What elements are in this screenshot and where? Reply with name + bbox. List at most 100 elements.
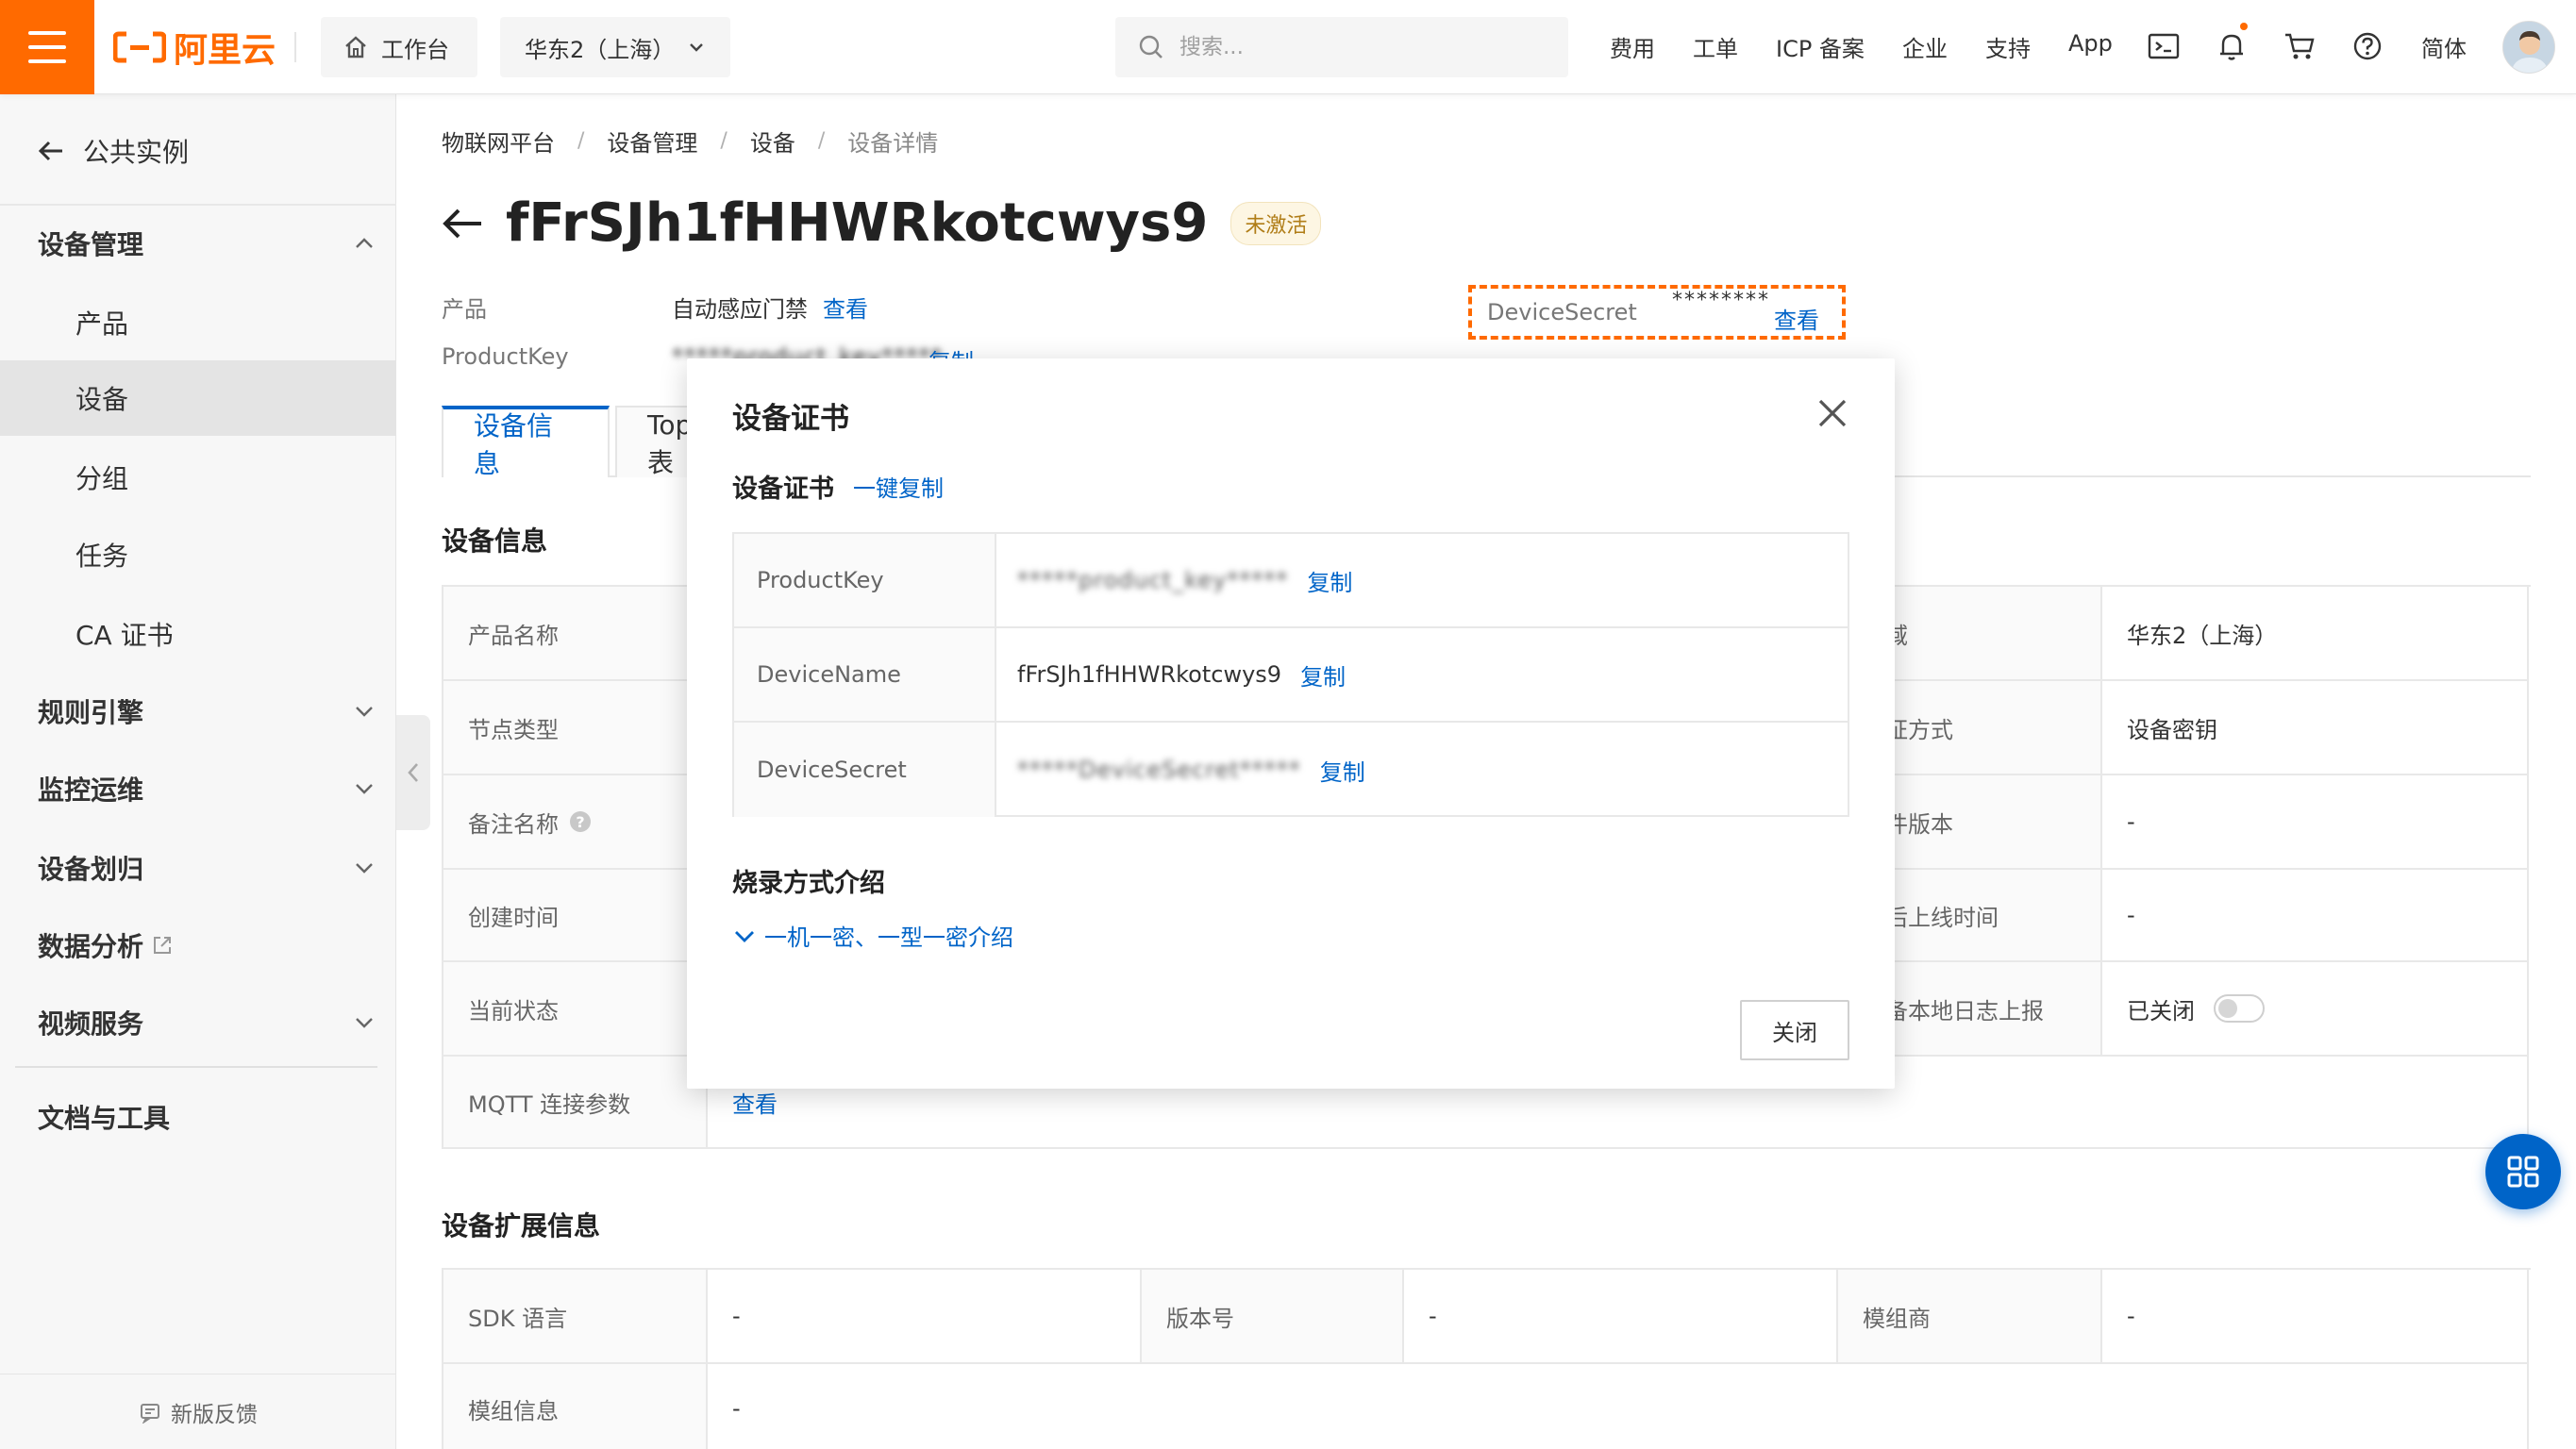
copy-devicesecret-link[interactable]: 复制 — [1320, 754, 1365, 787]
log-report-toggle[interactable] — [2214, 994, 2265, 1023]
breadcrumb-item[interactable]: 设备管理 — [607, 125, 697, 158]
fee-link[interactable]: 费用 — [1610, 30, 1655, 63]
back-arrow-icon[interactable] — [442, 207, 483, 241]
cell-text: - — [2127, 1303, 2135, 1329]
copy-devicename-link[interactable]: 复制 — [1300, 658, 1346, 691]
certificate-value: *****DeviceSecret***** 复制 — [1017, 723, 1365, 817]
devicesecret-masked-value: *****DeviceSecret***** — [1017, 757, 1301, 783]
cell-text: - — [1429, 1303, 1437, 1329]
sidebar-item-docs-tools[interactable]: 文档与工具 — [0, 1079, 396, 1155]
cell-text: 设备密钥 — [2127, 716, 2217, 743]
ext-label: 版本号 — [1142, 1270, 1404, 1364]
info-label: 创建时间 — [443, 870, 708, 962]
tab-label: 设备信息 — [474, 410, 554, 479]
certificate-row-devicename: DeviceName fFrSJh1fHHWRkotcwys9 复制 — [734, 628, 1848, 723]
region-selector[interactable]: 华东2（上海） — [500, 17, 730, 77]
breadcrumb-separator: / — [817, 129, 826, 153]
sidebar-group-rules[interactable]: 规则引擎 — [0, 674, 396, 749]
cell-text: - — [2127, 808, 2135, 835]
certificate-key: ProductKey — [734, 534, 996, 626]
cloud-shell-icon[interactable] — [2146, 28, 2182, 64]
product-label: 产品 — [442, 296, 487, 323]
breadcrumb-item[interactable]: 物联网平台 — [442, 125, 555, 158]
sidebar-item-product[interactable]: 产品 — [0, 285, 396, 360]
arrow-left-icon — [38, 141, 62, 161]
help-icon[interactable] — [2350, 28, 2385, 64]
sidebar-group-device-transfer[interactable]: 设备划归 — [0, 830, 396, 906]
ext-value: - — [708, 1364, 2529, 1449]
menu-line — [28, 59, 66, 63]
region-label: 华东2（上海） — [525, 36, 676, 63]
quick-access-button[interactable] — [2485, 1134, 2561, 1209]
workbench-button[interactable]: 工作台 — [321, 17, 477, 77]
support-link[interactable]: 支持 — [1985, 30, 2031, 63]
sidebar-item-data-analysis[interactable]: 数据分析 — [0, 908, 396, 983]
sidebar-group-monitor[interactable]: 监控运维 — [0, 751, 396, 826]
sidebar-item-task[interactable]: 任务 — [0, 517, 396, 592]
avatar-icon — [2503, 22, 2554, 73]
burn-method-expander[interactable]: 一机一密、一型一密介绍 — [732, 919, 1013, 952]
icp-link[interactable]: ICP 备案 — [1776, 30, 1865, 63]
menu-button[interactable] — [0, 0, 94, 94]
avatar[interactable] — [2502, 21, 2555, 74]
ticket-link[interactable]: 工单 — [1693, 30, 1738, 63]
aliyun-logo[interactable]: 阿里云 — [113, 26, 276, 70]
sidebar-item-group[interactable]: 分组 — [0, 440, 396, 515]
home-icon — [345, 36, 366, 58]
breadcrumb-current: 设备详情 — [847, 130, 939, 157]
info-label: 备注名称? — [443, 775, 708, 870]
search-input[interactable] — [1179, 35, 1538, 59]
sidebar-group-label: 规则引擎 — [38, 697, 144, 728]
certificate-key: DeviceSecret — [734, 723, 996, 817]
sidebar-item-label: 设备 — [75, 384, 129, 415]
notification-dot — [2240, 23, 2248, 30]
productkey-label: ProductKey — [442, 343, 569, 370]
sidebar-group-video[interactable]: 视频服务 — [0, 985, 396, 1060]
certificate-value: fFrSJh1fHHWRkotcwys9 复制 — [1017, 628, 1346, 721]
cell-text: 已关闭 — [2127, 997, 2195, 1024]
breadcrumb-item[interactable]: 设备 — [750, 125, 795, 158]
copy-productkey-link[interactable]: 复制 — [1307, 564, 1352, 597]
section-title-device-info: 设备信息 — [442, 525, 548, 557]
copy-all-link[interactable]: 一键复制 — [853, 470, 944, 503]
info-value: 华东2（上海） — [2102, 587, 2529, 681]
chevron-down-icon — [356, 1018, 373, 1028]
sidebar: 公共实例 设备管理 产品 设备 分组 任务 CA 证书 规则引擎 监控运维 设备… — [0, 94, 396, 1449]
sidebar-item-label: 任务 — [75, 541, 129, 572]
product-view-link[interactable]: 查看 — [823, 291, 868, 324]
sidebar-item-label: CA 证书 — [75, 620, 174, 651]
certificate-subtitle: 设备证书 — [732, 475, 834, 504]
bell-icon[interactable] — [2214, 23, 2250, 64]
ext-label: SDK 语言 — [443, 1270, 708, 1364]
cell-text: - — [732, 1303, 741, 1329]
language-link[interactable]: 简体 — [2421, 30, 2467, 63]
help-icon[interactable]: ? — [570, 811, 591, 832]
mqtt-view-link[interactable]: 查看 — [732, 1086, 778, 1119]
breadcrumb: 物联网平台 / 设备管理 / 设备 / 设备详情 — [442, 125, 938, 158]
cell-text: 备注名称 — [468, 810, 559, 838]
sidebar-group-label: 视频服务 — [38, 1008, 144, 1040]
feedback-label: 新版反馈 — [171, 1402, 258, 1427]
burn-method-link: 一机一密、一型一密介绍 — [764, 924, 1013, 951]
sidebar-item-ca-cert[interactable]: CA 证书 — [0, 596, 396, 672]
close-button[interactable]: 关闭 — [1740, 1000, 1849, 1060]
external-link-icon — [154, 937, 172, 954]
cart-icon[interactable] — [2282, 28, 2317, 64]
sidebar-group-label: 监控运维 — [38, 774, 144, 806]
close-icon[interactable] — [1815, 396, 1849, 430]
enterprise-link[interactable]: 企业 — [1902, 30, 1948, 63]
cell-text: 模组商 — [1863, 1305, 1931, 1332]
cell-text: 创建时间 — [468, 904, 559, 931]
feedback-button[interactable]: 新版反馈 — [0, 1374, 396, 1449]
breadcrumb-separator: / — [577, 129, 585, 153]
devicesecret-view-link[interactable]: 查看 — [1774, 302, 1819, 335]
tab-device-info[interactable]: 设备信息 — [442, 406, 610, 479]
search-box[interactable] — [1115, 17, 1568, 77]
sidebar-item-device[interactable]: 设备 — [0, 360, 396, 436]
app-link[interactable]: App — [2068, 30, 2113, 57]
sidebar-collapse-handle[interactable] — [396, 715, 430, 830]
sidebar-group-device-management[interactable]: 设备管理 — [0, 206, 396, 281]
back-to-instances[interactable]: 公共实例 — [38, 132, 189, 170]
certificate-value: *****product_key***** 复制 — [1017, 534, 1352, 626]
devicesecret-label: DeviceSecret — [1487, 299, 1637, 325]
